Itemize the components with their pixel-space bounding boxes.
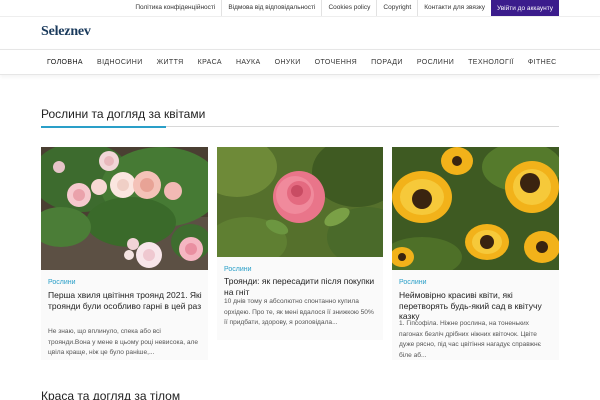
nav-item-grandchildren[interactable]: ОНУКИ bbox=[268, 50, 308, 75]
copyright-link[interactable]: Copyright bbox=[376, 0, 417, 16]
card-excerpt: Не знаю, що вплинуло, спека або всі троя… bbox=[48, 328, 199, 356]
contacts-link[interactable]: Контакти для звязку bbox=[417, 0, 491, 16]
card-excerpt: 1. Гіпсофіла. Ніжне рослина, на тоненьки… bbox=[399, 320, 542, 359]
nav-item-environment[interactable]: ОТОЧЕННЯ bbox=[308, 50, 364, 75]
card-excerpt: 10 днів тому я абсолютно спонтанно купил… bbox=[224, 298, 374, 326]
nav-list: ГОЛОВНА ВІДНОСИНИ ЖИТТЯ КРАСА НАУКА ОНУК… bbox=[41, 50, 564, 75]
nav-item-home[interactable]: ГОЛОВНА bbox=[41, 50, 90, 75]
card-title[interactable]: Троянди: як пересадити після покупки на … bbox=[224, 276, 377, 297]
nav-item-beauty[interactable]: КРАСА bbox=[191, 50, 229, 75]
cookies-policy-link[interactable]: Cookies policy bbox=[321, 0, 376, 16]
section-title-beauty[interactable]: Краса та догляд за тілом bbox=[41, 389, 180, 400]
card-title[interactable]: Неймовірно красиві квіти, які перетворят… bbox=[399, 290, 553, 322]
main-navigation: ГОЛОВНА ВІДНОСИНИ ЖИТТЯ КРАСА НАУКА ОНУК… bbox=[0, 49, 600, 75]
nav-item-life[interactable]: ЖИТТЯ bbox=[150, 50, 191, 75]
article-card[interactable]: Рослини Перша хвиля цвітіння троянд 2021… bbox=[41, 147, 208, 360]
yellow-flowers-photo[interactable] bbox=[392, 147, 559, 270]
nav-item-science[interactable]: НАУКА bbox=[229, 50, 268, 75]
card-category[interactable]: Рослини bbox=[48, 279, 76, 286]
nav-item-plants[interactable]: РОСЛИНИ bbox=[410, 50, 461, 75]
card-title[interactable]: Перша хвиля цвітіння троянд 2021. Які тр… bbox=[48, 290, 202, 311]
article-card[interactable]: Рослини Троянди: як пересадити після пок… bbox=[217, 147, 383, 340]
roses-bush-photo[interactable] bbox=[41, 147, 208, 270]
top-links: Політика конфіденційності Відмова від ві… bbox=[129, 0, 491, 16]
article-card[interactable]: Рослини Неймовірно красиві квіти, які пе… bbox=[392, 147, 559, 360]
privacy-policy-link[interactable]: Політика конфіденційності bbox=[129, 0, 221, 16]
site-header: Seleznev bbox=[0, 16, 600, 49]
nav-item-relationships[interactable]: ВІДНОСИНИ bbox=[90, 50, 150, 75]
card-category[interactable]: Рослини bbox=[399, 279, 427, 286]
card-category[interactable]: Рослини bbox=[224, 266, 252, 273]
pink-rose-photo[interactable] bbox=[217, 147, 383, 257]
disclaimer-link[interactable]: Відмова від відповідальності bbox=[221, 0, 321, 16]
top-utility-bar: Політика конфіденційності Відмова від ві… bbox=[0, 0, 600, 16]
section-title[interactable]: Рослини та догляд за квітами bbox=[41, 107, 205, 121]
section-divider-accent bbox=[41, 126, 166, 128]
login-button[interactable]: Увійти до аккаунту bbox=[491, 0, 559, 16]
nav-item-tips[interactable]: ПОРАДИ bbox=[364, 50, 410, 75]
nav-item-fitness[interactable]: ФІТНЕС bbox=[521, 50, 564, 75]
site-logo[interactable]: Seleznev bbox=[41, 24, 91, 40]
nav-item-technology[interactable]: ТЕХНОЛОГІЇ bbox=[461, 50, 521, 75]
